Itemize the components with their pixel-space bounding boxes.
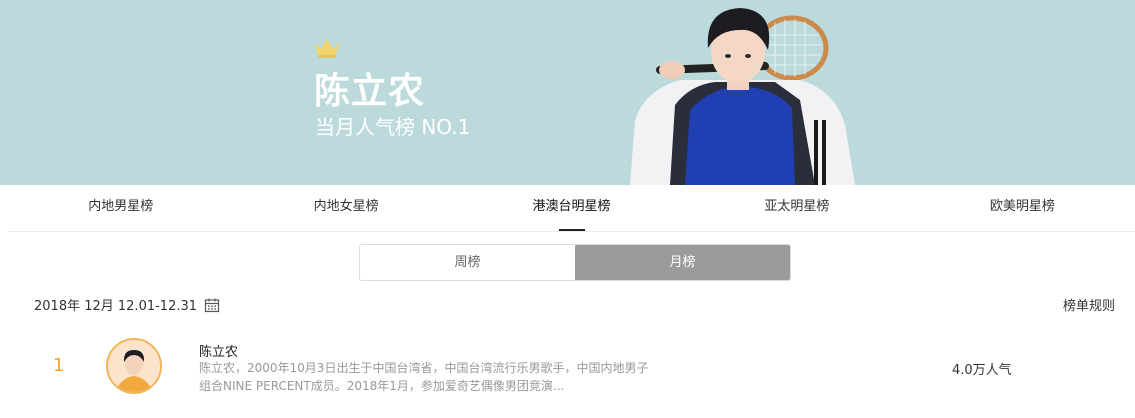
rank-number: 1 — [53, 355, 65, 376]
period-date-text: 2018年 12月 12.01-12.31 — [34, 299, 198, 314]
tab-asia-pacific[interactable]: 亚太明星榜 — [684, 185, 909, 231]
calendar-icon[interactable] — [204, 297, 220, 313]
row-star-name[interactable]: 陈立农 — [199, 341, 238, 360]
avatar[interactable] — [106, 338, 162, 394]
hero-banner: 陈立农 当月人气榜 NO.1 — [0, 0, 1135, 185]
chart-rules-link[interactable]: 榜单规则 — [1063, 295, 1115, 314]
chart-period: 2018年 12月 12.01-12.31 — [34, 295, 220, 314]
tab-hk-macau-taiwan[interactable]: 港澳台明星榜 — [459, 185, 684, 231]
crown-icon — [315, 39, 339, 58]
chart-panel: 内地男星榜 内地女星榜 港澳台明星榜 亚太明星榜 欧美明星榜 周榜 月榜 201… — [8, 185, 1135, 418]
row-description-line-1: 陈立农，2000年10月3日出生于中国台湾省，中国台湾流行乐男歌手，中国内地男子 — [199, 361, 649, 375]
weekly-button[interactable]: 周榜 — [360, 245, 575, 280]
monthly-button[interactable]: 月榜 — [575, 245, 790, 280]
popularity-count: 4.0万人气 — [952, 363, 1012, 378]
banner-star-name: 陈立农 — [314, 71, 426, 112]
star-photo — [630, 8, 855, 185]
ranking-row[interactable]: 1 陈立农 陈立农，2000年10月3日出生于中国台湾省，中国台湾流行乐男歌手，… — [8, 333, 1135, 403]
row-description: 陈立农，2000年10月3日出生于中国台湾省，中国台湾流行乐男歌手，中国内地男子… — [199, 359, 659, 395]
period-toggle: 周榜 月榜 — [359, 244, 791, 281]
row-description-line-2: 组合NINE PERCENT成员。2018年1月，参加爱奇艺偶像男团竞演... — [199, 379, 565, 393]
tab-mainland-female[interactable]: 内地女星榜 — [233, 185, 458, 231]
tab-europe-america[interactable]: 欧美明星榜 — [910, 185, 1135, 231]
banner-rank-text: 当月人气榜 NO.1 — [315, 115, 471, 139]
tab-mainland-male[interactable]: 内地男星榜 — [8, 185, 233, 231]
category-tabs: 内地男星榜 内地女星榜 港澳台明星榜 亚太明星榜 欧美明星榜 — [8, 185, 1135, 232]
avatar-image — [108, 340, 160, 392]
